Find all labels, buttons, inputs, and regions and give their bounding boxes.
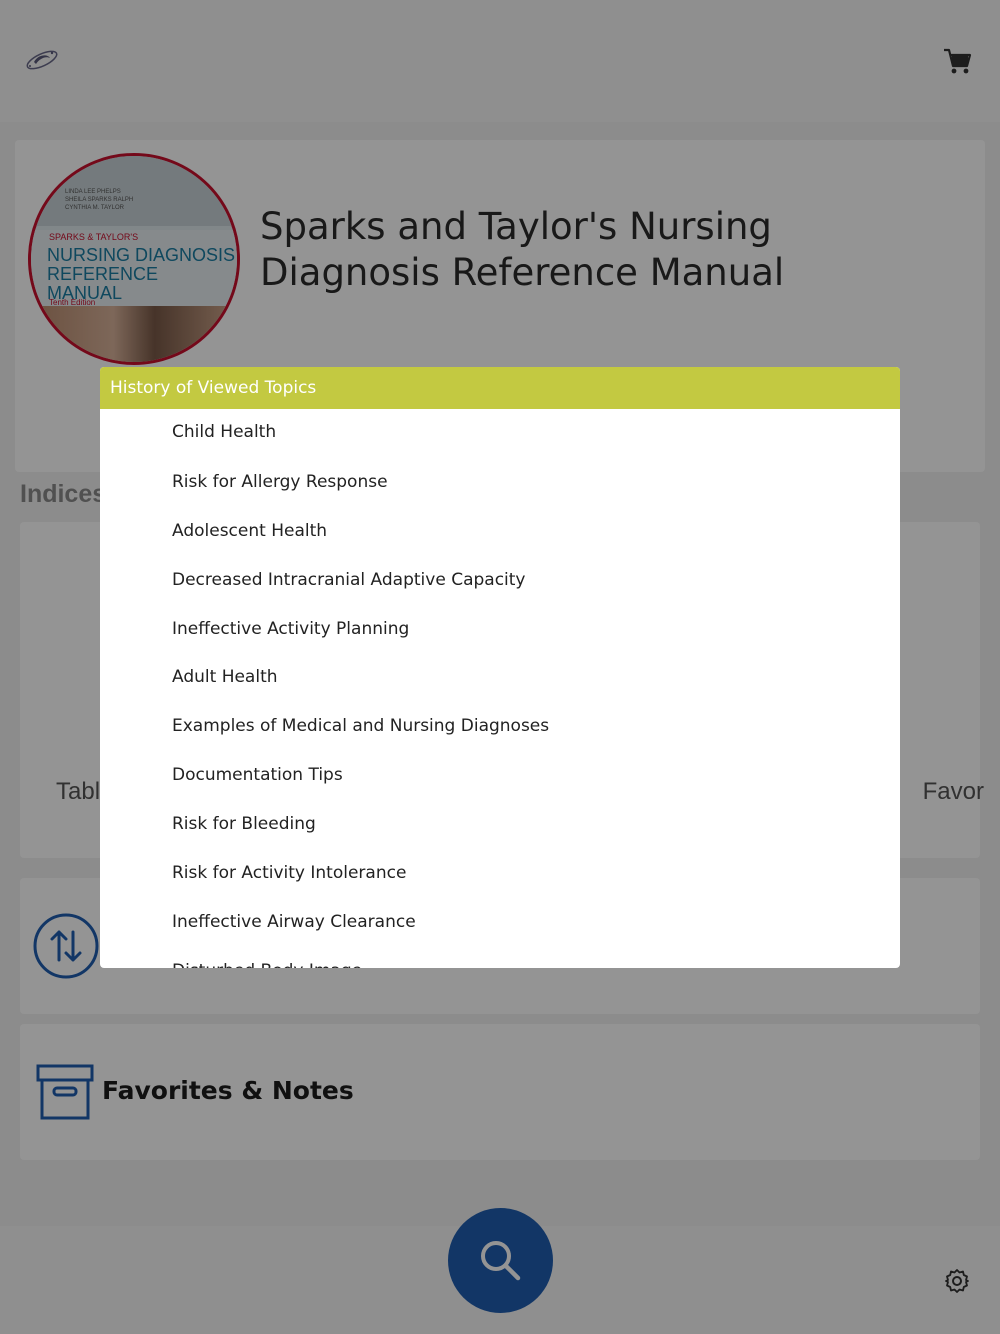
history-item[interactable]: Documentation Tips xyxy=(100,751,900,800)
history-item[interactable]: Risk for Activity Intolerance xyxy=(100,849,900,898)
history-modal-title: History of Viewed Topics xyxy=(100,367,900,409)
history-item[interactable]: Ineffective Airway Clearance xyxy=(100,898,900,947)
history-item[interactable]: Adolescent Health xyxy=(100,507,900,556)
history-item[interactable]: Risk for Allergy Response xyxy=(100,458,900,507)
history-item[interactable]: Decreased Intracranial Adaptive Capacity xyxy=(100,556,900,605)
history-item[interactable]: Ineffective Activity Planning xyxy=(100,605,900,654)
history-item[interactable]: Disturbed Body Image xyxy=(100,947,900,968)
history-list[interactable]: Child Health Risk for Allergy Response A… xyxy=(100,409,900,968)
history-item[interactable]: Adult Health xyxy=(100,653,900,702)
history-item[interactable]: Risk for Bleeding xyxy=(100,800,900,849)
history-item[interactable]: Child Health xyxy=(100,409,900,458)
history-item[interactable]: Examples of Medical and Nursing Diagnose… xyxy=(100,702,900,751)
history-modal: History of Viewed Topics Child Health Ri… xyxy=(100,367,900,968)
